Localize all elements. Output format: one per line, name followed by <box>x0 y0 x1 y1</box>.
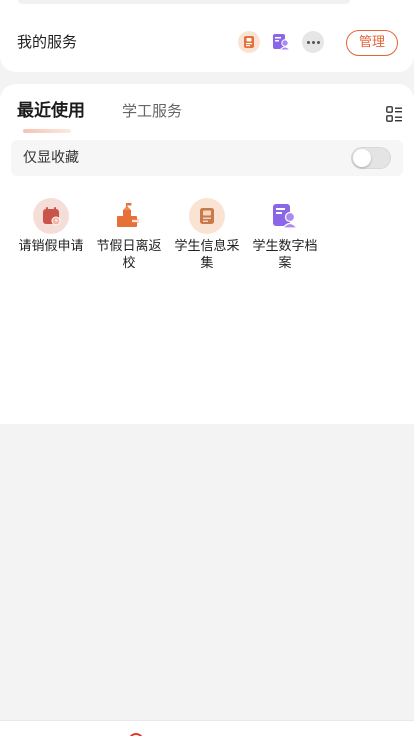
student-archive-icon[interactable] <box>270 31 292 53</box>
my-services-title: 我的服务 <box>17 33 78 51</box>
app-grid: 请销假申请 节假日离返校 学生信息采集 学生数字档案 <box>12 198 324 272</box>
my-services-card: 我的服务 管理 <box>0 0 414 72</box>
favorites-only-label: 仅显收藏 <box>23 150 79 166</box>
app-holiday-return[interactable]: 节假日离返校 <box>90 198 168 272</box>
student-info-icon <box>189 198 225 234</box>
favorites-only-row: 仅显收藏 <box>11 140 403 176</box>
active-tab-indicator <box>23 129 71 133</box>
list-view-icon[interactable] <box>386 106 402 122</box>
holiday-return-icon <box>111 198 147 234</box>
leave-request-icon <box>33 198 69 234</box>
app-label: 请销假申请 <box>18 239 84 254</box>
card-edge <box>18 0 350 4</box>
app-student-archive[interactable]: 学生数字档案 <box>246 198 324 272</box>
tab-recent[interactable]: 最近使用 <box>17 100 85 122</box>
service-panel: 最近使用 学工服务 仅显收藏 请销假申请 节假日离返校 学生信息采集 学生数字档… <box>0 84 414 424</box>
favorites-only-toggle[interactable] <box>351 147 391 169</box>
more-icon[interactable] <box>302 31 324 53</box>
tab-student-affairs[interactable]: 学工服务 <box>122 100 182 122</box>
student-archive-icon <box>267 198 303 234</box>
app-student-info[interactable]: 学生信息采集 <box>168 198 246 272</box>
student-info-icon[interactable] <box>238 31 260 53</box>
app-label: 学生信息采集 <box>174 239 240 271</box>
app-label: 学生数字档案 <box>252 239 318 271</box>
bottom-tab-bar <box>0 720 414 736</box>
app-label: 节假日离返校 <box>96 239 162 271</box>
my-services-quick-icons <box>238 31 324 53</box>
app-leave-request[interactable]: 请销假申请 <box>12 198 90 272</box>
toggle-knob <box>353 149 371 167</box>
manage-button[interactable]: 管理 <box>346 30 398 56</box>
